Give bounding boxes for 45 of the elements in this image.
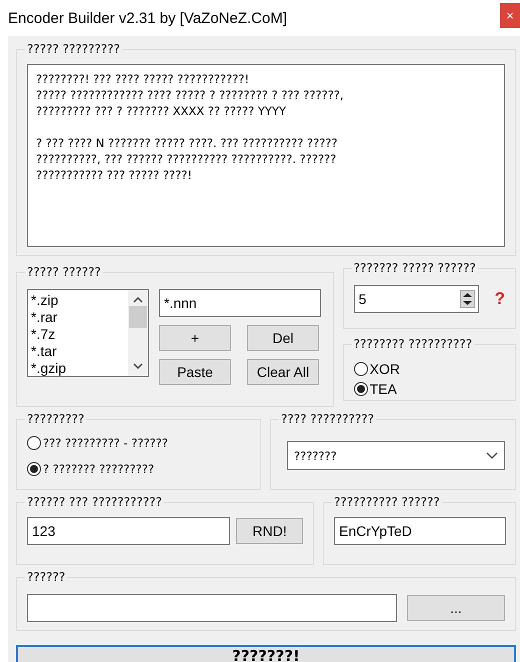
random-button[interactable]: RND!	[236, 518, 303, 544]
group-label: ??????? ????? ??????	[352, 261, 477, 275]
group-label: ????? ?????????	[26, 42, 121, 56]
radio-button[interactable]	[27, 436, 41, 450]
group-label: ???? ??????????	[280, 412, 375, 426]
action-button[interactable]: Paste	[159, 359, 231, 385]
help-mark[interactable]: ?	[494, 289, 505, 309]
scrollbar-thumb[interactable]	[129, 306, 147, 328]
list-item[interactable]: *.tar	[31, 343, 125, 360]
suffix-input[interactable]: EnCrYpTeD	[334, 517, 506, 545]
number-spinner[interactable]: 5	[354, 285, 479, 313]
group-label: ?????? ??? ???????????	[26, 495, 164, 509]
group-label: ?????????	[26, 412, 86, 426]
window-title: Encoder Builder v2.31 by [VaZoNeZ.CoM]	[7, 10, 288, 26]
list-item[interactable]: *.gzip	[31, 360, 125, 376]
scroll-down-icon[interactable]	[133, 362, 143, 370]
radio-option[interactable]: TEA	[354, 379, 505, 399]
group-label: ??????	[26, 570, 66, 584]
group-label: ?????????? ??????	[333, 495, 441, 509]
radio-button[interactable]	[27, 462, 41, 476]
list-item[interactable]: *.rar	[31, 309, 125, 326]
message-text-area[interactable]: ????????! ??? ???? ????? ???????????! ????? ???????????? ???? ????? ? ???????? ? ??? ??????, ????????? ??? ? ??????? XXXX ?? ????? YYYY ? ??? ???? N ??????? ????? ????. ??? ?????????? ????? ??????????, ??? ?????? ?????????? ??????????. ?????? ??????????? ??? ????? ????!	[27, 64, 505, 247]
radio-option[interactable]: ? ??????? ?????????	[27, 456, 250, 482]
radio-button[interactable]	[354, 362, 368, 376]
scroll-up-icon[interactable]	[133, 296, 143, 304]
close-button[interactable]: ×	[500, 2, 520, 28]
browse-button[interactable]: ...	[407, 595, 505, 621]
radio-option[interactable]: ??? ????????? - ??????	[27, 430, 250, 456]
radio-option[interactable]: XOR	[354, 359, 505, 379]
type-dropdown[interactable]: ???????	[287, 441, 505, 470]
password-input[interactable]: 123	[27, 517, 230, 545]
build-button[interactable]: ???????!	[16, 645, 516, 662]
list-item[interactable]: *.7z	[31, 326, 125, 343]
spin-arrows-icon	[460, 290, 475, 308]
path-input[interactable]	[27, 594, 397, 622]
group-label: ????? ??????	[26, 265, 102, 279]
action-button[interactable]: Clear All	[247, 359, 319, 385]
action-button[interactable]: Del	[247, 325, 319, 351]
chevron-down-icon	[486, 452, 498, 460]
list-item[interactable]: *.zip	[31, 292, 125, 309]
group-label: ???????? ??????????	[352, 337, 474, 351]
extension-list[interactable]: *.zip *.rar *.7z *.tar *.gzip	[27, 289, 149, 377]
action-button[interactable]: +	[159, 325, 231, 351]
radio-button[interactable]	[354, 382, 368, 396]
extension-input[interactable]: *.nnn	[159, 289, 321, 317]
